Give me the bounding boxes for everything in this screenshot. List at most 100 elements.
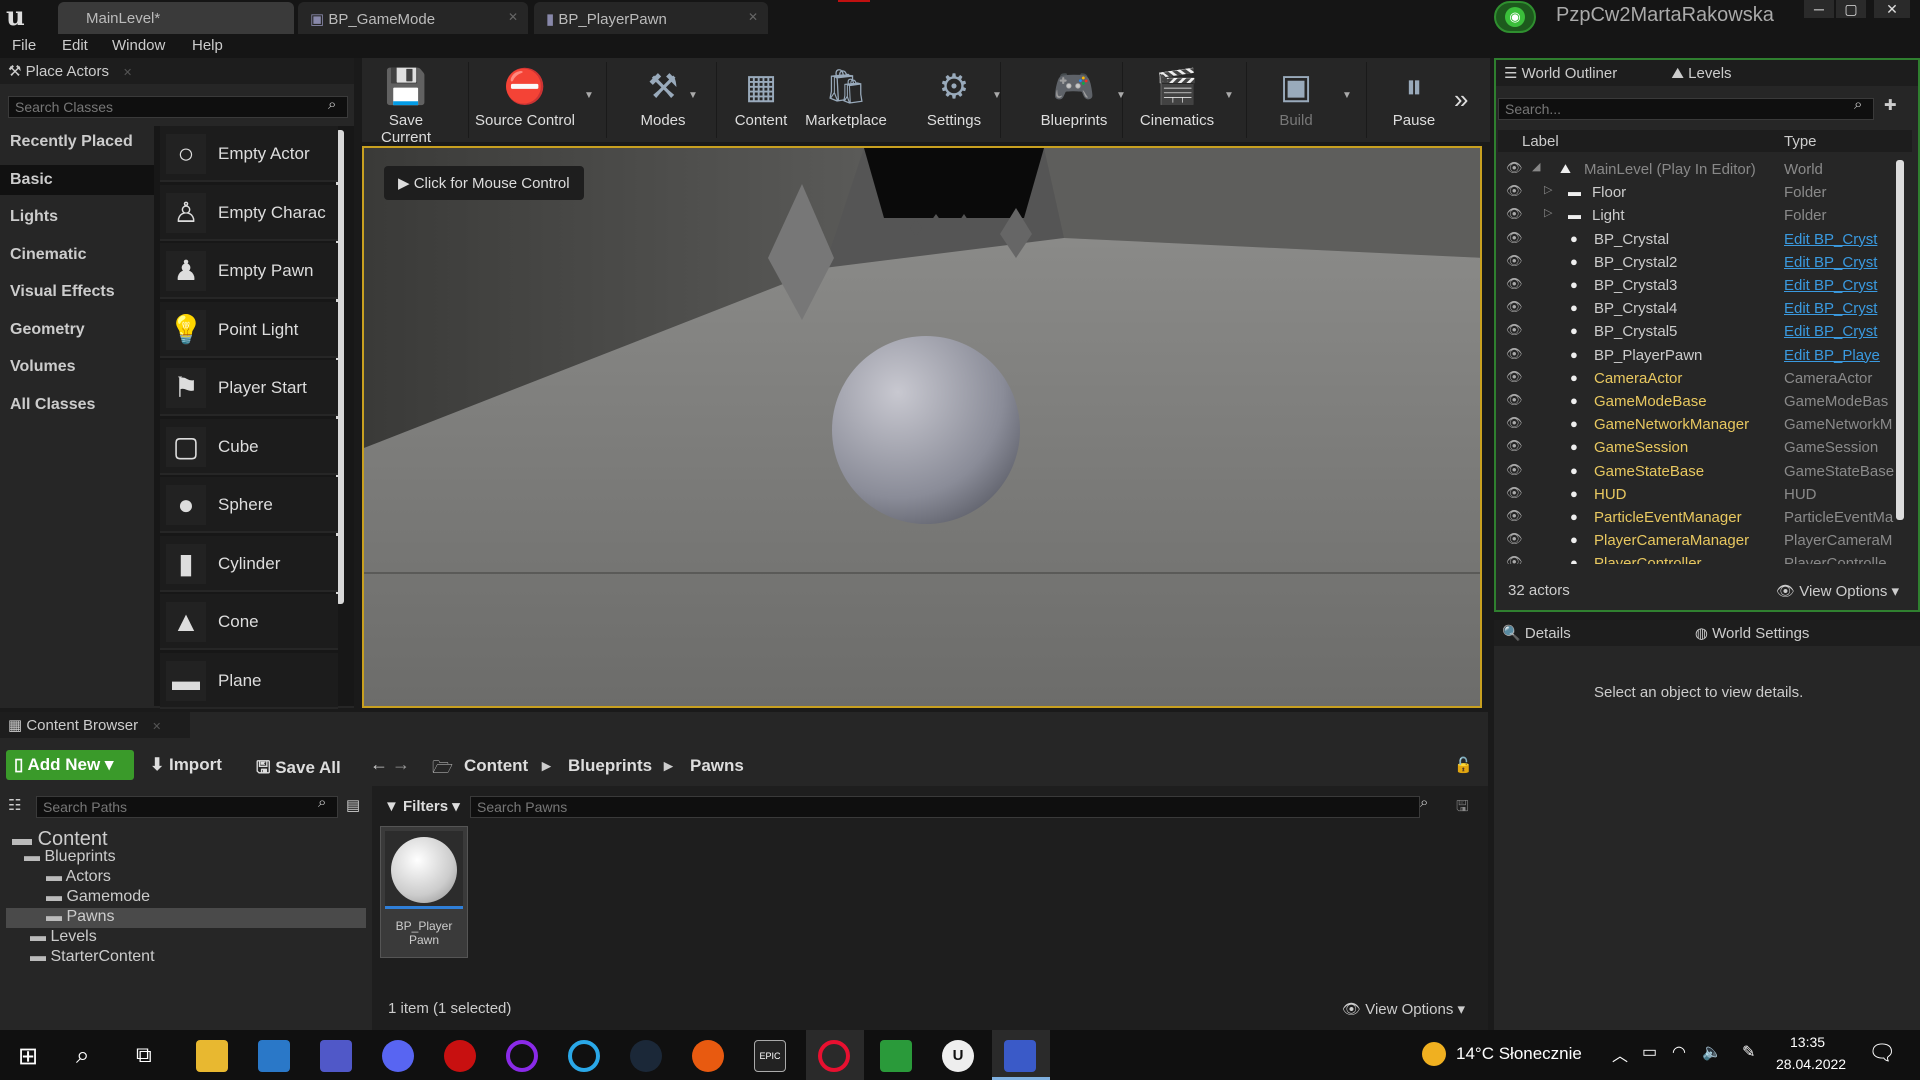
eye-icon[interactable]: 👁	[1506, 508, 1523, 524]
outliner-row[interactable]: 👁 ● ParticleEventManager ParticleEventMa	[1498, 506, 1912, 530]
actor-item[interactable]: ▬ Plane	[160, 652, 338, 709]
eye-icon[interactable]: 👁	[1506, 346, 1523, 362]
eye-icon[interactable]: 👁	[1506, 276, 1523, 292]
weather-text[interactable]: 14°C Słonecznie	[1456, 1044, 1582, 1064]
toolbar-marketplace-button[interactable]: 🛍 Marketplace	[800, 62, 892, 138]
tree-gamemode[interactable]: ▬ Gamemode	[46, 888, 150, 906]
dropdown-arrow-icon[interactable]: ▼	[688, 90, 698, 101]
actor-item[interactable]: 💡 Point Light	[160, 301, 338, 358]
add-actor-icon[interactable]: ✚	[1884, 96, 1897, 114]
task-view-icon[interactable]: ⧉	[136, 1042, 152, 1068]
search-icon[interactable]: ⌕	[76, 1042, 89, 1070]
content-browser-tab[interactable]: ▦ Content Browser ✕	[0, 712, 190, 738]
forward-arrow-icon[interactable]: →	[392, 754, 410, 775]
menu-file[interactable]: File	[12, 37, 36, 54]
category-recently-placed[interactable]: Recently Placed	[0, 127, 154, 157]
dropdown-arrow-icon[interactable]: ▼	[1342, 90, 1352, 101]
ubisoft-icon[interactable]	[568, 1040, 600, 1072]
unreal-editor-icon[interactable]	[1004, 1040, 1036, 1072]
search-pawns-input[interactable]: Search Pawns	[470, 796, 1420, 818]
breadcrumb-separator-icon[interactable]: ▸	[542, 756, 551, 776]
pen-icon[interactable]: ✎	[1742, 1042, 1755, 1062]
edit-blueprint-link[interactable]: Edit BP_Cryst	[1784, 254, 1894, 271]
level-viewport[interactable]	[362, 146, 1482, 708]
eye-icon[interactable]: 👁	[1506, 206, 1523, 222]
windows-start-icon[interactable]: ⊞	[18, 1042, 38, 1071]
outliner-row[interactable]: 👁 ▷ ▬ Floor Folder	[1498, 181, 1912, 205]
mail-icon[interactable]	[258, 1040, 290, 1072]
actor-item[interactable]: ○ Empty Actor	[160, 126, 338, 182]
save-search-icon[interactable]: 🖫	[1456, 796, 1469, 821]
tree-starter-content[interactable]: ▬ StarterContent	[30, 948, 155, 966]
outliner-row[interactable]: 👁 ● BP_Crystal Edit BP_Cryst	[1498, 228, 1912, 252]
category-lights[interactable]: Lights	[0, 202, 154, 232]
eye-icon[interactable]: 👁	[1506, 554, 1523, 564]
tray-chevron-icon[interactable]: ︿	[1612, 1042, 1628, 1066]
eye-icon[interactable]: 👁	[1506, 322, 1523, 338]
breadcrumb-blueprints[interactable]: Blueprints	[568, 756, 652, 776]
expand-arrow-icon[interactable]: ▷	[1544, 183, 1552, 196]
wifi-icon[interactable]: ◠	[1672, 1042, 1686, 1062]
outliner-search-input[interactable]: Search...	[1498, 98, 1874, 120]
toolbar-blueprints-button[interactable]: 🎮 Blueprints	[1030, 62, 1118, 138]
toolbar-save-current-button[interactable]: 💾 Save Current	[366, 62, 446, 146]
eye-icon[interactable]: 👁	[1506, 462, 1523, 478]
close-window-button[interactable]: ✕	[1874, 0, 1910, 18]
dropdown-arrow-icon[interactable]: ▼	[584, 90, 594, 101]
menu-edit[interactable]: Edit	[62, 37, 88, 54]
close-icon[interactable]: ✕	[123, 67, 132, 79]
breadcrumb-content[interactable]: Content	[464, 756, 528, 776]
outliner-row[interactable]: 👁 ● BP_PlayerPawn Edit BP_Playe	[1498, 344, 1912, 368]
tab-world-outliner[interactable]: ☰ World Outliner	[1504, 65, 1617, 82]
outliner-row[interactable]: 👁 ● GameStateBase GameStateBase	[1498, 460, 1912, 484]
save-all-button[interactable]: 🖫 Save All	[256, 755, 341, 784]
actor-item[interactable]: ▮ Cylinder	[160, 535, 338, 592]
file-explorer-icon[interactable]	[196, 1040, 228, 1072]
edit-blueprint-link[interactable]: Edit BP_Cryst	[1784, 300, 1894, 317]
discord-icon[interactable]	[382, 1040, 414, 1072]
toolbar-source-control-button[interactable]: ⛔ Source Control	[470, 62, 580, 138]
content-view-options[interactable]: 👁 View Options ▾	[1342, 1000, 1465, 1018]
column-type[interactable]: Type	[1784, 133, 1817, 150]
clock-time[interactable]: 13:35	[1790, 1034, 1825, 1050]
tree-blueprints[interactable]: ▬ Blueprints	[24, 848, 116, 866]
outliner-row[interactable]: 👁 ● CameraActor CameraActor	[1498, 367, 1912, 391]
actor-item[interactable]: ⚑ Player Start	[160, 360, 338, 416]
eye-icon[interactable]: 👁	[1506, 369, 1523, 385]
eye-icon[interactable]: 👁	[1506, 230, 1523, 246]
unreal-engine-icon[interactable]: U	[942, 1040, 974, 1072]
tree-levels[interactable]: ▬ Levels	[30, 928, 97, 946]
red-app-icon[interactable]	[444, 1040, 476, 1072]
notifications-icon[interactable]: 🗨	[1868, 1040, 1896, 1066]
opera-icon[interactable]	[818, 1040, 850, 1072]
menu-window[interactable]: Window	[112, 37, 165, 54]
toolbar-content-button[interactable]: ▦ Content	[728, 62, 794, 138]
lock-icon[interactable]: 🔓	[1454, 756, 1473, 774]
outliner-row[interactable]: 👁 ● BP_Crystal5 Edit BP_Cryst	[1498, 320, 1912, 344]
eye-icon[interactable]: 👁	[1506, 531, 1523, 547]
eye-icon[interactable]: 👁	[1506, 438, 1523, 454]
eye-icon[interactable]: 👁	[1506, 253, 1523, 269]
close-icon[interactable]: ✕	[748, 10, 758, 24]
user-avatar-icon[interactable]: ◉	[1494, 1, 1536, 33]
eye-icon[interactable]: 👁	[1506, 485, 1523, 501]
search-classes-input[interactable]: Search Classes	[8, 96, 348, 118]
actor-item[interactable]: ♙ Empty Charac	[160, 184, 338, 241]
tab-world-settings[interactable]: ◍ World Settings	[1695, 625, 1810, 642]
dropdown-arrow-icon[interactable]: ▼	[992, 90, 1002, 101]
outliner-row[interactable]: 👁 ● PlayerController PlayerControlle	[1498, 552, 1912, 564]
outliner-row[interactable]: 👁 ◢ ⛰ MainLevel (Play In Editor) World	[1498, 158, 1912, 182]
dropdown-arrow-icon[interactable]: ▼	[1224, 90, 1234, 101]
actor-item[interactable]: ▢ Cube	[160, 418, 338, 475]
maximize-button[interactable]: ▢	[1836, 0, 1866, 18]
column-label[interactable]: Label	[1522, 133, 1559, 150]
tab-bp-playerpawn[interactable]: ▮ BP_PlayerPawn ✕	[534, 2, 768, 34]
edit-blueprint-link[interactable]: Edit BP_Cryst	[1784, 231, 1894, 248]
actor-item[interactable]: ▲ Cone	[160, 594, 338, 650]
tree-actors[interactable]: ▬ Actors	[46, 868, 111, 886]
path-view-options-icon[interactable]: ▤	[346, 796, 360, 814]
outliner-row[interactable]: 👁 ▷ ▬ Light Folder	[1498, 204, 1912, 228]
import-button[interactable]: ⬇ Import	[150, 755, 222, 775]
outliner-row[interactable]: 👁 ● BP_Crystal2 Edit BP_Cryst	[1498, 251, 1912, 275]
eye-icon[interactable]: 👁	[1506, 299, 1523, 315]
